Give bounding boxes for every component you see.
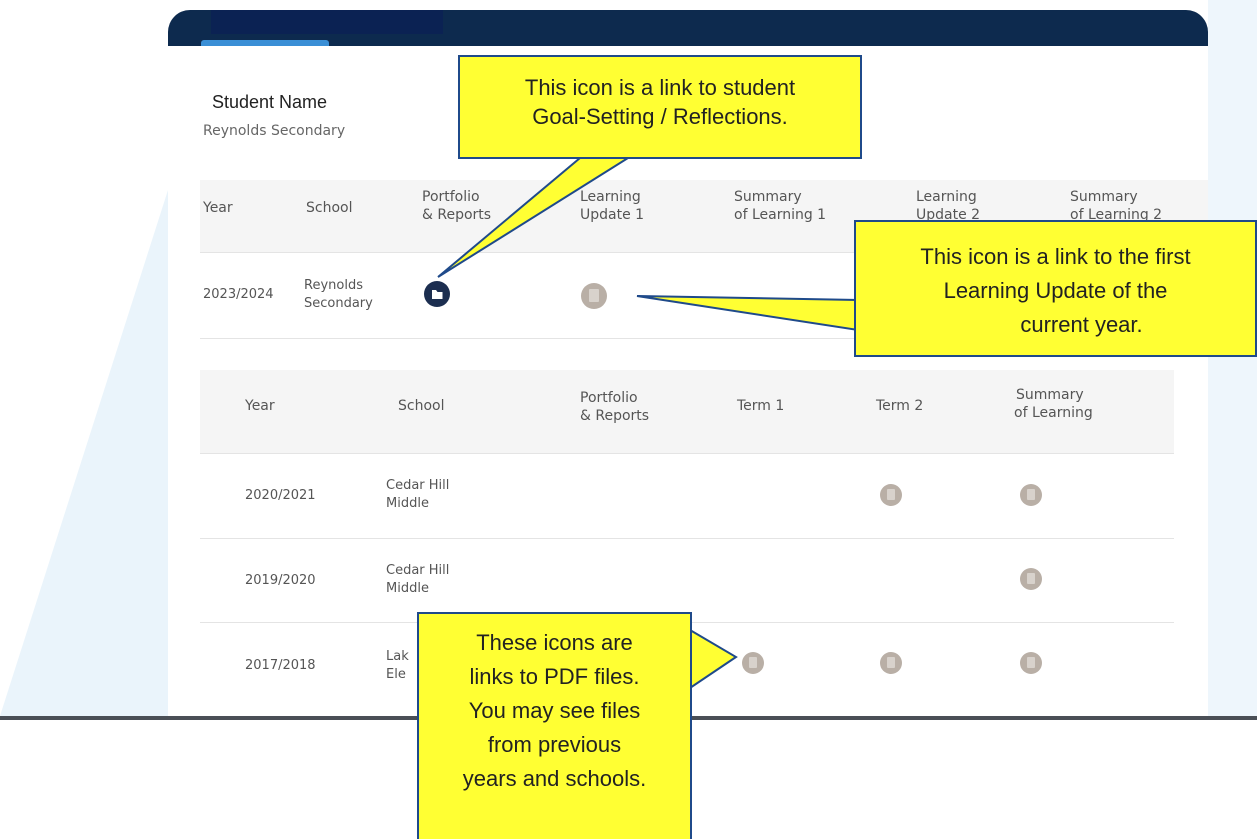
row-school-line2: Ele — [386, 666, 406, 682]
row-school-line2: Middle — [386, 580, 429, 596]
hist-col-sol-line2: of Learning — [1014, 405, 1093, 422]
header-title-block — [211, 10, 443, 34]
table-row-year: 2017/2018 — [245, 658, 316, 673]
callout-goal-line1: This icon is a link to student — [524, 75, 796, 100]
col-portfolio-line2: & Reports — [422, 207, 492, 224]
row-divider — [200, 538, 1174, 539]
term1-pdf-icon[interactable] — [742, 652, 764, 674]
row-school-line2: Middle — [386, 495, 429, 511]
history-header-divider — [200, 453, 1174, 454]
col-portfolio-reports: Portfolio & Reports — [422, 188, 491, 224]
table-row-school: Cedar Hill Middle — [386, 477, 449, 512]
callout-pdf-line5: years and schools. — [462, 766, 647, 791]
callout-pdf-line3: You may see files — [468, 698, 641, 723]
col-learning-update-2: Learning Update 2 — [916, 188, 980, 224]
hist-col-term-1: Term 1 — [737, 398, 785, 414]
table-row-current-school: Reynolds Secondary — [304, 277, 373, 312]
col-sol1-line1: Summary — [734, 189, 802, 205]
hist-col-portfolio-reports: Portfolio & Reports — [580, 389, 649, 425]
folder-glyph — [432, 290, 443, 299]
hist-col-portfolio-line2: & Reports — [580, 408, 650, 425]
hist-col-term-2: Term 2 — [876, 398, 924, 414]
table-row-school: Lak Ele — [386, 648, 409, 683]
student-name: Student Name — [212, 92, 328, 112]
callout-lu-line2: Learning Update of the — [943, 278, 1168, 303]
col-school: School — [306, 200, 353, 216]
table-row-current-year: 2023/2024 — [203, 287, 274, 302]
col-summary-learning-1: Summary of Learning 1 — [734, 188, 826, 224]
callout-pdf-line4: from previous — [487, 732, 622, 757]
col-sol1-line2: of Learning 1 — [734, 207, 827, 224]
hist-col-sol-line1: Summary — [1016, 387, 1084, 403]
callout-pdf-line1: These icons are — [476, 630, 633, 655]
row-school-line1: Cedar Hill — [386, 563, 450, 578]
current-school-line2: Secondary — [304, 295, 373, 311]
callout-pdf-line2: links to PDF files. — [469, 664, 640, 689]
callout-goal-setting: This icon is a link to student Goal-Sett… — [458, 55, 862, 159]
callout-lu-line3: current year. — [1020, 312, 1143, 337]
hist-col-summary-learning: Summary of Learning — [1014, 386, 1093, 422]
table-row-year: 2020/2021 — [245, 488, 316, 503]
col-lu2-line1: Learning — [916, 189, 977, 205]
col-year: Year — [203, 200, 233, 216]
callout-learning-update: This icon is a link to the first Learnin… — [854, 220, 1257, 357]
student-school: Reynolds Secondary — [203, 123, 346, 139]
screenshot-stage: Student Name Reynolds Secondary Year Sch… — [0, 0, 1257, 839]
current-school-line1: Reynolds — [304, 278, 363, 293]
col-lu1-line1: Learning — [580, 189, 641, 205]
hist-col-year: Year — [245, 398, 275, 414]
folder-icon[interactable] — [424, 281, 450, 307]
col-summary-learning-2: Summary of Learning 2 — [1070, 188, 1162, 224]
row-school-line1: Cedar Hill — [386, 478, 450, 493]
callout-pdf-files: These icons are links to PDF files. You … — [417, 612, 692, 839]
active-tab-indicator[interactable] — [201, 40, 329, 46]
document-icon[interactable] — [581, 283, 607, 309]
term2-pdf-icon[interactable] — [880, 652, 902, 674]
summary-pdf-icon[interactable] — [1020, 652, 1042, 674]
table-row-year: 2019/2020 — [245, 573, 316, 588]
col-learning-update-1: Learning Update 1 — [580, 188, 644, 224]
summary-pdf-icon[interactable] — [1020, 568, 1042, 590]
table-row-school: Cedar Hill Middle — [386, 562, 449, 597]
callout-lu-line1: This icon is a link to the first — [920, 244, 1191, 269]
hist-col-portfolio-line1: Portfolio — [580, 390, 638, 406]
summary-pdf-icon[interactable] — [1020, 484, 1042, 506]
col-portfolio-line1: Portfolio — [422, 189, 480, 205]
term2-pdf-icon[interactable] — [880, 484, 902, 506]
hist-col-school: School — [398, 398, 445, 414]
row-school-line1: Lak — [386, 649, 409, 664]
card-header-bar — [168, 10, 1208, 46]
col-sol2-line1: Summary — [1070, 189, 1138, 205]
col-lu1-line2: Update 1 — [580, 207, 645, 224]
callout-goal-line2: Goal-Setting / Reflections. — [532, 104, 788, 129]
